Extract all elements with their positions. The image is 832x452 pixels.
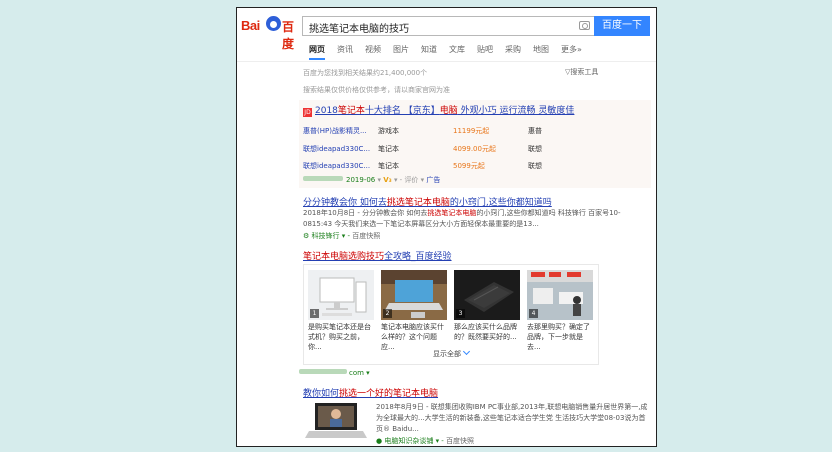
step-number: 4	[529, 309, 538, 318]
browser-page: Bai 百度 挑选笔记本电脑的技巧 百度一下 网页 资讯 视频 图片 知道 文库…	[236, 7, 657, 447]
tab-web[interactable]: 网页	[309, 44, 325, 60]
logo-text-right: 百度	[282, 20, 295, 51]
step-caption[interactable]: 笔记本电脑应该买什么样的？这个问题应...	[381, 322, 447, 352]
product-brand: 联想	[528, 145, 542, 153]
step-number: 1	[310, 309, 319, 318]
ad-label: 广告	[426, 176, 441, 184]
result3-thumbnail[interactable]	[303, 400, 369, 444]
camera-icon[interactable]	[579, 21, 590, 30]
search-tabs: 网页 资讯 视频 图片 知道 文库 贴吧 采购 地图 更多»	[309, 44, 594, 60]
search-tools-label: 搜索工具	[570, 68, 599, 76]
product-type: 笔记本	[378, 162, 399, 170]
search-input[interactable]: 挑选笔记本电脑的技巧	[302, 16, 594, 36]
step-number: 2	[383, 309, 392, 318]
result3-site[interactable]: 电脑知识杂谈铺	[384, 437, 433, 445]
logo-text-left: Bai	[241, 18, 260, 33]
ad-result: JD 2018笔记本十大排名 【京东】电脑 外观小巧 运行流畅 灵敏度佳 惠普(H…	[299, 100, 651, 188]
result1-body-em: 挑选笔记本电脑	[427, 209, 477, 217]
result3-title-link[interactable]: 教你如何挑选一个好的笔记本电脑	[303, 386, 438, 399]
blurred-domain	[299, 369, 347, 374]
tab-news[interactable]: 资讯	[337, 44, 353, 60]
result1-title-em: 挑选笔记本电脑	[386, 198, 450, 208]
step-number: 3	[456, 309, 465, 318]
result3-title-em: 挑选一个好的笔记本电脑	[339, 389, 439, 399]
product-name[interactable]: 联想ideapad330C...	[303, 144, 370, 154]
tab-map[interactable]: 地图	[533, 44, 549, 60]
product-price: 4099.00元起	[453, 145, 496, 153]
search-query: 挑选笔记本电脑的技巧	[309, 24, 409, 35]
ad-date: 2019-06	[346, 176, 376, 184]
product-price: 5099元起	[453, 162, 485, 170]
result1-snapshot-link[interactable]: 百度快照	[352, 232, 380, 240]
domain-suffix: com	[349, 369, 364, 377]
gear-icon: ⚙	[303, 232, 312, 240]
verified-icon: V₃	[383, 176, 392, 184]
tab-video[interactable]: 视频	[365, 44, 381, 60]
result1-title-link[interactable]: 分分钟教会你 如何去挑选笔记本电脑的小窍门,这些你都知道吗	[303, 195, 552, 208]
ad-product-row[interactable]: 惠普(HP)战影精灵... 游戏本 11199元起 惠普	[303, 126, 643, 138]
product-name[interactable]: 联想ideapad330C...	[303, 161, 370, 171]
tab-wenku[interactable]: 文库	[449, 44, 465, 60]
search-tools-button[interactable]: ▽搜索工具	[565, 67, 598, 77]
experience-card: 1 2 3 4 是购买笔记本还是台式机？购买之前，你... 笔记本电脑应该买什么…	[303, 264, 599, 365]
result1-body-date: 2018年10月8日 - 分分钟教会你 如何去	[303, 209, 428, 217]
product-name[interactable]: 惠普(HP)战影精灵...	[303, 126, 367, 136]
product-price: 11199元起	[453, 127, 490, 135]
tab-more[interactable]: 更多»	[561, 44, 582, 60]
step-caption[interactable]: 去那里购买？确定了品牌，下一步就是去...	[527, 322, 593, 352]
result1-title-post: 的小窍门,这些你都知道吗	[449, 198, 552, 208]
paw-icon	[266, 16, 281, 31]
result1-source: ⚙ 科技锋行 ▾ - 百度快照	[303, 232, 381, 240]
ad-title-mid: 十大排名 【京东】	[364, 106, 440, 116]
tab-caigou[interactable]: 采购	[505, 44, 521, 60]
jd-badge-icon: JD	[303, 108, 312, 117]
step-thumbnail[interactable]: 1	[308, 270, 374, 320]
result2-title-em: 笔记本电脑选购技巧	[303, 252, 385, 262]
laptop-image	[303, 400, 369, 444]
result2-title-post: 全攻略_百度经验	[384, 252, 452, 262]
ad-title-em: 笔记本	[337, 106, 365, 116]
result1-title-pre: 分分钟教会你 如何去	[303, 198, 387, 208]
price-note: 搜索结果仅供价格仅供参考，请以商家官网为准	[303, 86, 450, 94]
ad-product-row[interactable]: 联想ideapad330C... 笔记本 5099元起 联想	[303, 161, 643, 173]
product-type: 游戏本	[378, 127, 399, 135]
chevron-down-icon	[462, 347, 471, 356]
ad-footer: 2019-06 ▾ V₃ ▾ - 评价 ▾ 广告	[303, 175, 440, 185]
result1-site[interactable]: 科技锋行	[312, 232, 340, 240]
result3-snippet: 2018年8月9日 - 联想集团收购IBM PC事业部,2013年,联想电脑销售…	[376, 403, 648, 433]
tab-images[interactable]: 图片	[393, 44, 409, 60]
step-thumbnail[interactable]: 3	[454, 270, 520, 320]
search-button[interactable]: 百度一下	[594, 16, 650, 36]
step-caption[interactable]: 那么应该买什么品牌的？既然要买好的...	[454, 322, 520, 342]
show-all-button[interactable]: 显示全部	[304, 347, 598, 359]
step-caption[interactable]: 是购买笔记本还是台式机？购买之前，你...	[308, 322, 374, 352]
result3-snapshot-link[interactable]: 百度快照	[446, 437, 474, 445]
product-brand: 联想	[528, 162, 542, 170]
blurred-domain	[303, 176, 343, 181]
result2-title-link[interactable]: 笔记本电脑选购技巧全攻略_百度经验	[303, 249, 452, 262]
tab-zhidao[interactable]: 知道	[421, 44, 437, 60]
ad-title-post: 外观小巧 运行流畅 灵敏度佳	[457, 106, 575, 116]
result2-domain[interactable]: com ▾	[299, 369, 370, 377]
result-count: 百度为您找到相关结果约21,400,000个	[303, 69, 428, 77]
tab-tieba[interactable]: 贴吧	[477, 44, 493, 60]
baidu-logo[interactable]: Bai 百度	[241, 15, 301, 51]
step-thumbnail[interactable]: 2	[381, 270, 447, 320]
show-all-label: 显示全部	[433, 350, 461, 358]
ad-title-link[interactable]: JD 2018笔记本十大排名 【京东】电脑 外观小巧 运行流畅 灵敏度佳	[303, 103, 574, 117]
result1-snippet: 2018年10月8日 - 分分钟教会你 如何去挑选笔记本电脑的小窍门,这些你都知…	[303, 208, 647, 230]
header-divider	[237, 61, 656, 62]
review-link[interactable]: 评价	[404, 176, 418, 184]
step-thumbnail[interactable]: 4	[527, 270, 593, 320]
ad-product-row[interactable]: 联想ideapad330C... 笔记本 4099.00元起 联想	[303, 144, 643, 156]
result3-title-pre: 教你如何	[303, 389, 340, 399]
product-type: 笔记本	[378, 145, 399, 153]
ad-title-em2: 电脑	[439, 106, 458, 116]
search-header: Bai 百度 挑选笔记本电脑的技巧 百度一下	[237, 8, 656, 51]
ad-title-pre: 2018	[315, 106, 338, 116]
result3-source: ● 电脑知识杂谈铺 ▾ - 百度快照	[376, 437, 475, 445]
product-brand: 惠普	[528, 127, 542, 135]
